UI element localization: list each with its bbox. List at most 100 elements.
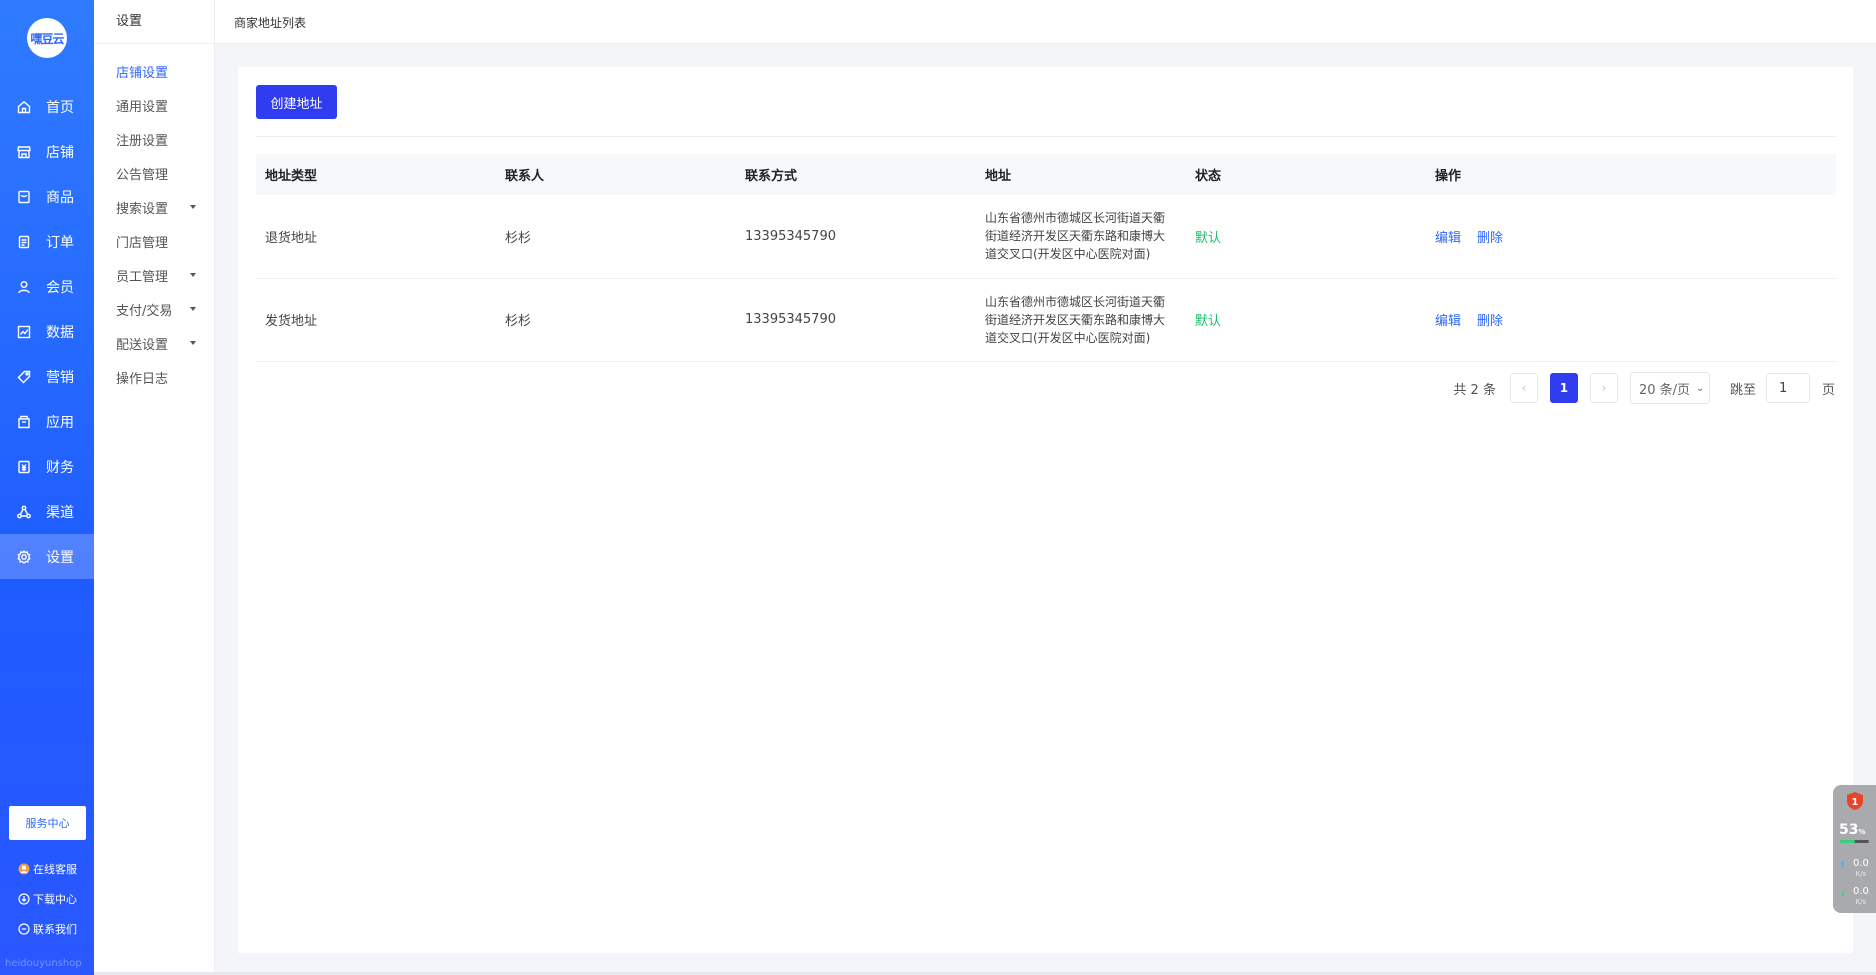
breadcrumb: 商家地址列表 [234,16,307,30]
prev-page-button[interactable]: ‹ [1509,373,1538,403]
subnav-item-label: 支付/交易 [116,303,173,319]
subnav-item-label: 注册设置 [116,133,169,149]
nav-item-label: 会员 [46,279,74,296]
create-address-button[interactable]: 创建地址 [256,85,337,119]
subnav-item-label: 通用设置 [116,99,169,115]
chart-icon [16,324,32,340]
cell-status: 默认 [1186,278,1426,362]
column-header: 地址 [985,169,1012,184]
column-header: 操作 [1435,169,1462,184]
edit-link[interactable]: 编辑 [1435,314,1461,329]
next-page-button[interactable]: › [1589,373,1618,403]
table-row: 发货地址 杉杉 13395345790 山东省德州市德城区长河街道天衢街道经济开发区天… [256,278,1836,362]
subnav-item-4[interactable]: 搜索设置 [94,190,214,224]
download-icon [18,893,30,905]
avatar-icon [18,863,30,875]
nav-item-label: 应用 [46,414,74,431]
nav-item-0[interactable]: 首页 [0,84,94,129]
nav-item-9[interactable]: 渠道 [0,489,94,534]
cell-address: 山东省德州市德城区长河街道天衢街道经济开发区天衢东路和康博大道交叉口(开发区中心… [976,195,1186,279]
nav-item-1[interactable]: 店铺 [0,129,94,174]
nav-item-10[interactable]: 设置 [0,534,94,579]
page-size-select[interactable]: 20 条/页 ⌄ [1629,372,1710,404]
app-root: 嘿豆云 首页 店铺 商品 订单 会员 数据 营销 应用 财务 渠道 设置 服务中心 在线客服 下载中心… [0,0,1876,975]
nav-item-label: 首页 [46,99,74,116]
cell-status: 默认 [1186,195,1426,279]
nav-item-5[interactable]: 数据 [0,309,94,354]
subnav-item-9[interactable]: 操作日志 [94,360,214,394]
subnav-item-8[interactable]: 配送设置 [94,326,214,360]
subnav-item-5[interactable]: 门店管理 [94,224,214,258]
subnav-item-label: 员工管理 [116,269,169,285]
upload-rate: 0.0 K/s [1853,858,1869,879]
delete-link[interactable]: 删除 [1477,231,1503,246]
nav-item-4[interactable]: 会员 [0,264,94,309]
svg-text:1: 1 [1852,797,1859,808]
nav-item-2[interactable]: 商品 [0,174,94,219]
side-link-0[interactable]: 在线客服 [18,854,88,884]
goods-icon [16,189,32,205]
nav-item-7[interactable]: 应用 [0,399,94,444]
delete-link[interactable]: 删除 [1477,314,1503,329]
divider [256,136,1836,137]
subnav-list: 店铺设置通用设置注册设置公告管理搜索设置 门店管理员工管理支付/交易配送设置 操作日… [94,44,214,394]
caret-down-icon [190,273,196,277]
cell-phone: 13395345790 [736,278,976,362]
top-bar: 商家地址列表 [215,0,1876,44]
network-monitor-widget[interactable]: 1 53% ↑ 0.0 K/s ↓ 0.0 K/s [1833,785,1876,913]
subnav-item-7[interactable]: 支付/交易 [94,292,214,326]
subnav-item-label: 公告管理 [116,167,169,183]
cell-address-type: 发货地址 [256,278,496,362]
table-row: 退货地址 杉杉 13395345790 山东省德州市德城区长河街道天衢街道经济开发区天… [256,195,1836,279]
nav-item-label: 设置 [46,549,74,566]
address-table: 地址类型 联系人 联系方式 地址 状态 操作 退货地址 杉杉 13395345790 山东省德州… [256,154,1836,362]
brand-logo[interactable]: 嘿豆云 [27,18,67,58]
home-icon [16,99,32,115]
jump-page-input[interactable] [1765,373,1810,403]
cell-contact: 杉杉 [496,278,736,362]
service-center-button[interactable]: 服务中心 [9,806,86,840]
cpu-percent: 53% [1839,822,1866,838]
nav-item-3[interactable]: 订单 [0,219,94,264]
caret-down-icon [190,341,196,345]
subnav-item-0[interactable]: 店铺设置 [94,54,214,88]
side-link-1[interactable]: 下载中心 [18,884,88,914]
subnav-item-2[interactable]: 注册设置 [94,122,214,156]
side-link-label: 联系我们 [33,923,77,936]
subnav-item-3[interactable]: 公告管理 [94,156,214,190]
side-link-2[interactable]: 联系我们 [18,914,88,944]
subnav-title: 设置 [94,0,214,44]
subnav-item-1[interactable]: 通用设置 [94,88,214,122]
edit-link[interactable]: 编辑 [1435,231,1461,246]
member-icon [16,279,32,295]
cell-contact: 杉杉 [496,195,736,279]
nav-item-label: 商品 [46,189,74,206]
page-size-value: 20 条/页 [1638,382,1691,398]
store-icon [16,144,32,160]
column-header: 联系方式 [745,169,798,184]
nav-item-6[interactable]: 营销 [0,354,94,399]
chevron-right-icon: › [1601,381,1607,395]
cell-actions: 编辑 删除 [1426,195,1836,279]
chat-icon [18,923,30,935]
shield-alert-icon: 1 [1847,792,1863,810]
nav-item-label: 订单 [46,234,74,251]
settings-subnav: 设置 店铺设置通用设置注册设置公告管理搜索设置 门店管理员工管理支付/交易配送设置… [94,0,215,975]
nav-item-8[interactable]: 财务 [0,444,94,489]
tag-icon [16,369,32,385]
download-arrow-icon: ↓ [1839,889,1847,899]
nav-item-label: 店铺 [46,144,74,161]
chevron-left-icon: ‹ [1521,381,1527,395]
cell-actions: 编辑 删除 [1426,278,1836,362]
subnav-item-6[interactable]: 员工管理 [94,258,214,292]
page-button-current[interactable]: 1 [1549,373,1578,403]
app-box-icon [16,414,32,430]
column-header: 联系人 [505,169,545,184]
column-header: 地址类型 [265,169,318,184]
pagination-total: 共 2 条 [1453,382,1496,398]
usage-bar [1840,840,1869,843]
upload-arrow-icon: ↑ [1839,861,1847,871]
subnav-item-label: 店铺设置 [116,65,169,81]
cell-phone: 13395345790 [736,195,976,279]
nav-item-label: 数据 [46,324,74,341]
